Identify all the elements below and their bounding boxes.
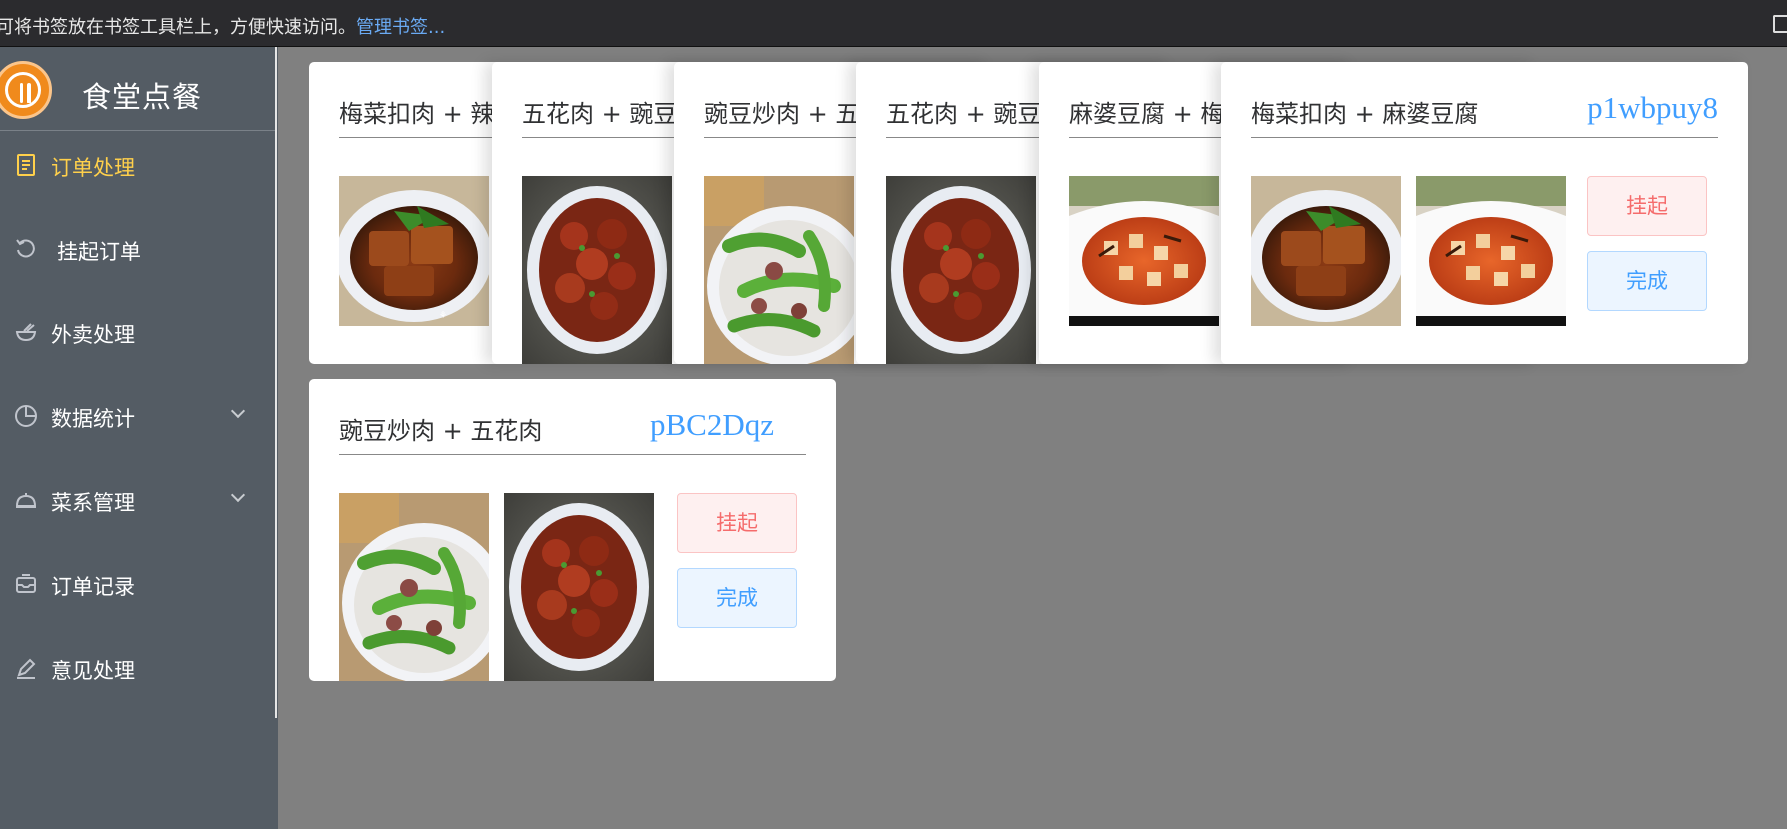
bookmarks-bar: 可将书签放在书签工具栏上，方便快速访问。管理书签... bbox=[0, 0, 1787, 47]
order-card: 梅菜扣肉 + 麻婆豆腐 p1wbpuy8 挂起 完成 bbox=[1221, 62, 1748, 364]
sidebar-item-suspended-orders[interactable]: 挂起订单 bbox=[0, 221, 276, 277]
sidebar-item-order-processing[interactable]: 订单处理 bbox=[0, 137, 276, 193]
dish-image-snow-pea-pork bbox=[339, 493, 489, 681]
logo-icon bbox=[0, 61, 52, 119]
document-list-icon bbox=[17, 154, 35, 176]
refresh-icon bbox=[16, 239, 35, 258]
dish-image-pork-belly bbox=[504, 493, 654, 681]
dish-image-pork-belly bbox=[886, 176, 1036, 364]
sidebar-item-takeout[interactable]: 外卖处理 bbox=[0, 304, 276, 360]
dish-image-braised-pork bbox=[1251, 176, 1401, 326]
order-card-header: 梅菜扣肉 + 麻婆豆腐 p1wbpuy8 bbox=[1251, 90, 1718, 138]
order-code: pBC2Dqz bbox=[650, 407, 774, 442]
chevron-down-icon[interactable] bbox=[230, 403, 246, 419]
order-title: 豌豆炒肉 + 五花肉 bbox=[339, 417, 543, 445]
sidebar-item-label: 挂起订单 bbox=[57, 240, 141, 264]
chevron-down-icon[interactable] bbox=[230, 487, 246, 503]
order-title: 梅菜扣肉 + 麻婆豆腐 bbox=[1251, 100, 1479, 128]
sidebar-item-label: 订单处理 bbox=[51, 156, 135, 180]
dish-image-mapo-tofu bbox=[1416, 176, 1566, 326]
sidebar-item-feedback[interactable]: 意见处理 bbox=[0, 640, 276, 696]
cloche-icon bbox=[15, 493, 37, 508]
bowl-icon bbox=[15, 323, 37, 342]
dish-image-pork-belly bbox=[522, 176, 672, 364]
sidebar: 食堂点餐 订单处理 挂起订单 外卖处理 数据统计 菜系管理 订单记录 意见处理 bbox=[0, 47, 278, 829]
complete-button[interactable]: 完成 bbox=[677, 568, 797, 628]
sidebar-item-label: 订单记录 bbox=[51, 575, 135, 599]
sidebar-item-label: 菜系管理 bbox=[51, 491, 135, 515]
hold-button[interactable]: 挂起 bbox=[1587, 176, 1707, 236]
bookmark-folder-icon[interactable] bbox=[1773, 15, 1787, 33]
sidebar-item-order-history[interactable]: 订单记录 bbox=[0, 556, 276, 612]
dish-image-mapo-tofu bbox=[1069, 176, 1219, 326]
order-card: 豌豆炒肉 + 五花肉 pBC2Dqz 挂起 完成 bbox=[309, 379, 836, 681]
dish-image-snow-pea-pork bbox=[704, 176, 854, 364]
order-code: p1wbpuy8 bbox=[1587, 90, 1718, 125]
pie-chart-icon bbox=[15, 405, 37, 427]
pen-icon bbox=[17, 658, 36, 679]
inbox-icon bbox=[16, 574, 36, 593]
sidebar-item-statistics[interactable]: 数据统计 bbox=[0, 388, 276, 444]
svg-text:⚘: ⚘ bbox=[439, 311, 447, 321]
dish-image-braised-pork: ⚘ bbox=[339, 176, 489, 326]
sidebar-item-cuisine[interactable]: 菜系管理 bbox=[0, 472, 276, 528]
bookmarks-hint: 可将书签放在书签工具栏上，方便快速访问。管理书签... bbox=[0, 17, 446, 38]
sidebar-item-label: 意见处理 bbox=[51, 659, 135, 683]
brand-title: 食堂点餐 bbox=[82, 80, 203, 114]
sidebar-item-label: 外卖处理 bbox=[51, 323, 135, 347]
complete-button[interactable]: 完成 bbox=[1587, 251, 1707, 311]
manage-bookmarks-link[interactable]: 管理书签... bbox=[356, 17, 445, 38]
sidebar-divider bbox=[275, 47, 277, 718]
hold-button[interactable]: 挂起 bbox=[677, 493, 797, 553]
sidebar-item-label: 数据统计 bbox=[51, 407, 135, 431]
brand-header: 食堂点餐 bbox=[0, 47, 276, 131]
order-card-header: 豌豆炒肉 + 五花肉 pBC2Dqz bbox=[339, 407, 806, 455]
